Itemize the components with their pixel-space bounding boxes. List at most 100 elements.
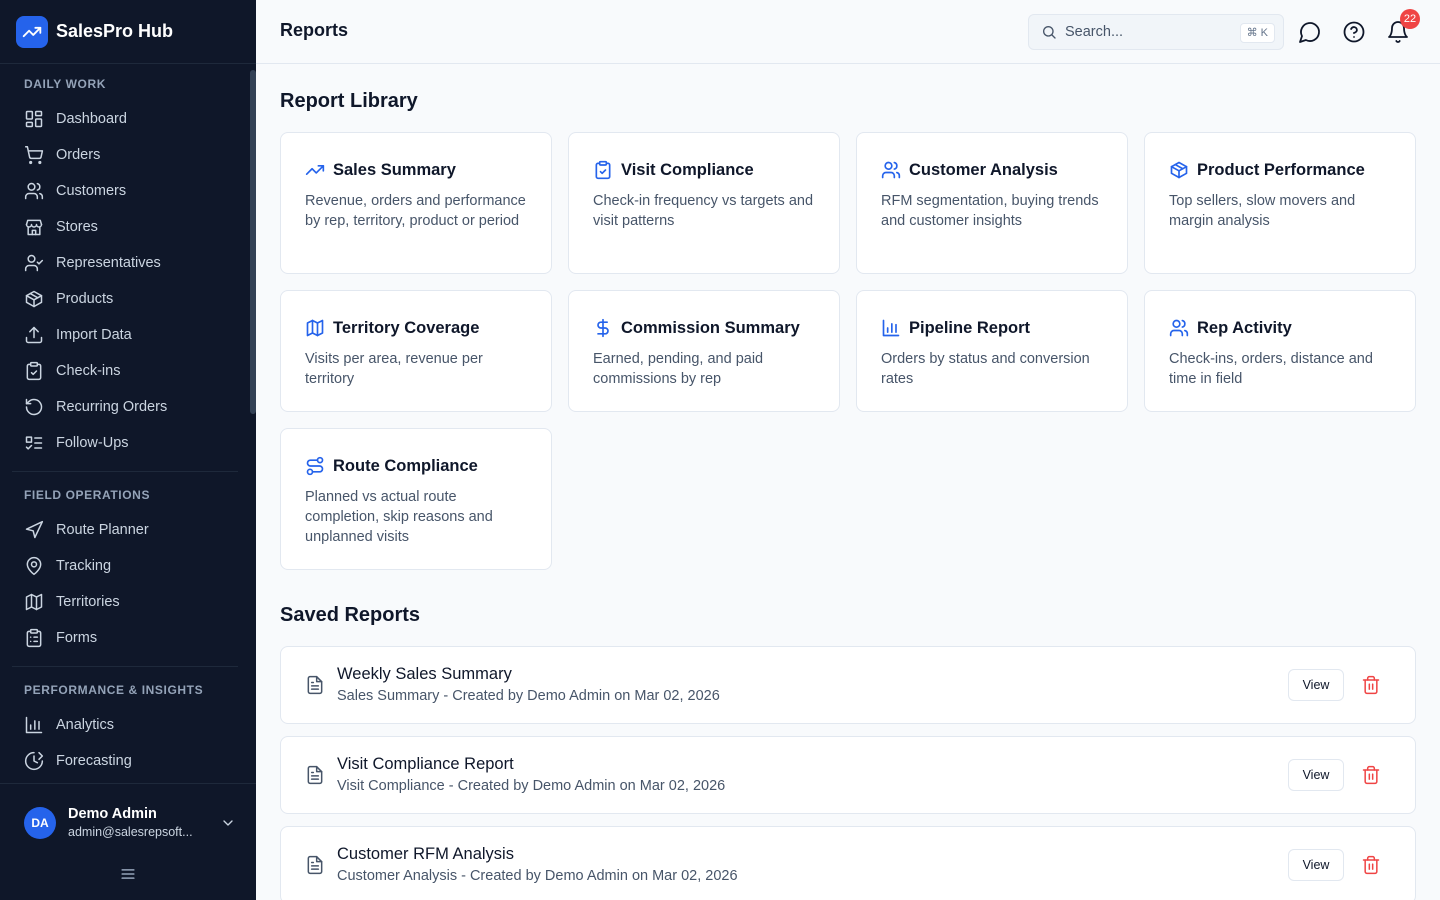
user-name: Demo Admin: [68, 806, 157, 822]
saved-report-title: Customer RFM Analysis: [337, 845, 514, 863]
page-title: Reports: [280, 20, 349, 40]
card-description: Top sellers, slow movers and margin anal…: [1169, 193, 1356, 229]
card-title: Customer Analysis: [909, 160, 1058, 179]
card-description: Check-in frequency vs targets and visit …: [593, 193, 814, 229]
saved-report-subtitle: Customer Analysis - Created by Demo Admi…: [337, 868, 738, 884]
report-library-title: Report Library: [280, 90, 418, 112]
clipboard-list-icon: [26, 628, 42, 648]
card-description: Planned vs actual route completion, skip…: [305, 489, 493, 545]
route-icon: [306, 456, 324, 476]
brand[interactable]: SalesPro Hub: [0, 0, 256, 64]
card-title: Pipeline Report: [909, 318, 1031, 337]
sidebar-item-follow-ups[interactable]: Follow-Ups: [12, 425, 244, 461]
user-menu: DA Demo Admin admin@salesrepsoft...: [0, 783, 256, 900]
nav-section-field-operations: FIELD OPERATIONS Route Planner Tracking …: [0, 484, 256, 656]
card-description: Check-ins, orders, distance and time in …: [1169, 351, 1373, 387]
card-title: Territory Coverage: [333, 318, 480, 337]
sidebar-item-dashboard[interactable]: Dashboard: [12, 101, 244, 137]
trash-icon[interactable]: [1361, 765, 1381, 785]
view-button[interactable]: View: [1288, 849, 1344, 881]
nav-scroll-area[interactable]: DAILY WORK Dashboard Orders Customers St…: [0, 65, 256, 783]
section-divider: [12, 471, 238, 472]
file-text-icon: [307, 765, 323, 785]
report-card-route-compliance[interactable]: Route Compliance Planned vs actual route…: [280, 428, 552, 570]
menu-icon[interactable]: [118, 864, 138, 884]
bar-chart-icon: [25, 716, 43, 734]
saved-report-title: Weekly Sales Summary: [337, 665, 512, 683]
top-bar: Reports ⌘ K 22: [256, 0, 1440, 64]
sidebar-item-label: Check-ins: [56, 363, 121, 379]
sidebar-item-label: Recurring Orders: [56, 399, 168, 415]
sidebar-item-label: Representatives: [56, 255, 161, 271]
sidebar-item-tracking[interactable]: Tracking: [12, 548, 244, 584]
sidebar-item-check-ins[interactable]: Check-ins: [12, 353, 244, 389]
store-icon: [25, 219, 43, 236]
sidebar-item-label: Follow-Ups: [56, 435, 129, 451]
users-icon: [24, 182, 44, 200]
search-box[interactable]: ⌘ K: [1028, 14, 1284, 50]
navigation-icon: [25, 520, 44, 539]
card-title: Visit Compliance: [621, 160, 754, 179]
sidebar-item-orders[interactable]: Orders: [12, 137, 244, 173]
sidebar-item-territories[interactable]: Territories: [12, 584, 244, 620]
card-title: Route Compliance: [333, 456, 478, 475]
report-card-territory-coverage[interactable]: Territory Coverage Visits per area, reve…: [280, 290, 552, 412]
map-icon: [25, 593, 43, 611]
file-text-icon: [307, 855, 323, 875]
user-check-icon: [24, 254, 44, 272]
trending-up-icon: [305, 165, 325, 175]
card-title: Product Performance: [1197, 160, 1365, 179]
card-title: Sales Summary: [333, 160, 456, 179]
view-button[interactable]: View: [1288, 759, 1344, 791]
help-icon[interactable]: [1342, 20, 1366, 44]
sidebar-item-customers[interactable]: Customers: [12, 173, 244, 209]
sidebar-item-route-planner[interactable]: Route Planner: [12, 512, 244, 548]
sidebar-item-label: Route Planner: [56, 522, 149, 538]
sidebar-item-import-data[interactable]: Import Data: [12, 317, 244, 353]
sidebar-item-label: Import Data: [56, 327, 132, 343]
report-card-commission-summary[interactable]: Commission Summary Earned, pending, and …: [568, 290, 840, 412]
report-card-rep-activity[interactable]: Rep Activity Check-ins, orders, distance…: [1144, 290, 1416, 412]
map-icon: [306, 319, 324, 337]
trash-icon[interactable]: [1361, 675, 1381, 695]
report-card-pipeline-report[interactable]: Pipeline Report Orders by status and con…: [856, 290, 1128, 412]
trash-icon[interactable]: [1361, 855, 1381, 875]
section-title: FIELD OPERATIONS: [24, 488, 151, 502]
sidebar-item-analytics[interactable]: Analytics: [12, 707, 244, 743]
sidebar-item-stores[interactable]: Stores: [12, 209, 244, 245]
list-checks-icon: [25, 436, 43, 450]
package-icon: [25, 290, 43, 308]
sidebar-item-label: Customers: [56, 183, 127, 199]
sidebar-item-label: Tracking: [56, 558, 112, 574]
sidebar-item-forecasting[interactable]: Forecasting: [12, 743, 244, 779]
sidebar-item-label: Analytics: [56, 717, 115, 733]
user-menu-trigger[interactable]: DA Demo Admin admin@salesrepsoft...: [24, 805, 236, 841]
sidebar-item-label: Territories: [56, 594, 120, 610]
notification-badge: 22: [1400, 9, 1420, 29]
search-input[interactable]: [1065, 24, 1235, 40]
section-title: PERFORMANCE & INSIGHTS: [24, 683, 204, 697]
saved-report-subtitle: Visit Compliance - Created by Demo Admin…: [337, 778, 726, 794]
card-description: Visits per area, revenue per territory: [305, 351, 483, 387]
card-title: Commission Summary: [621, 318, 800, 337]
report-card-visit-compliance[interactable]: Visit Compliance Check-in frequency vs t…: [568, 132, 840, 274]
report-card-sales-summary[interactable]: Sales Summary Revenue, orders and perfor…: [280, 132, 552, 274]
sidebar-item-representatives[interactable]: Representatives: [12, 245, 244, 281]
card-description: Orders by status and conversion rates: [881, 351, 1090, 387]
report-card-product-performance[interactable]: Product Performance Top sellers, slow mo…: [1144, 132, 1416, 274]
sidebar-item-recurring-orders[interactable]: Recurring Orders: [12, 389, 244, 425]
report-card-customer-analysis[interactable]: Customer Analysis RFM segmentation, buyi…: [856, 132, 1128, 274]
card-description: Revenue, orders and performance by rep, …: [305, 193, 526, 229]
sidebar-item-products[interactable]: Products: [12, 281, 244, 317]
dollar-icon: [597, 318, 609, 338]
upload-icon: [25, 326, 43, 344]
view-button[interactable]: View: [1288, 669, 1344, 701]
users-icon: [1169, 319, 1189, 337]
sidebar-item-label: Forms: [56, 630, 98, 646]
sidebar-item-label: Orders: [56, 147, 101, 163]
sidebar-item-label: Products: [56, 291, 114, 307]
chevron-down-icon: [223, 820, 233, 826]
message-icon[interactable]: [1298, 20, 1322, 44]
sidebar-item-forms[interactable]: Forms: [12, 620, 244, 656]
users-icon: [881, 161, 901, 179]
